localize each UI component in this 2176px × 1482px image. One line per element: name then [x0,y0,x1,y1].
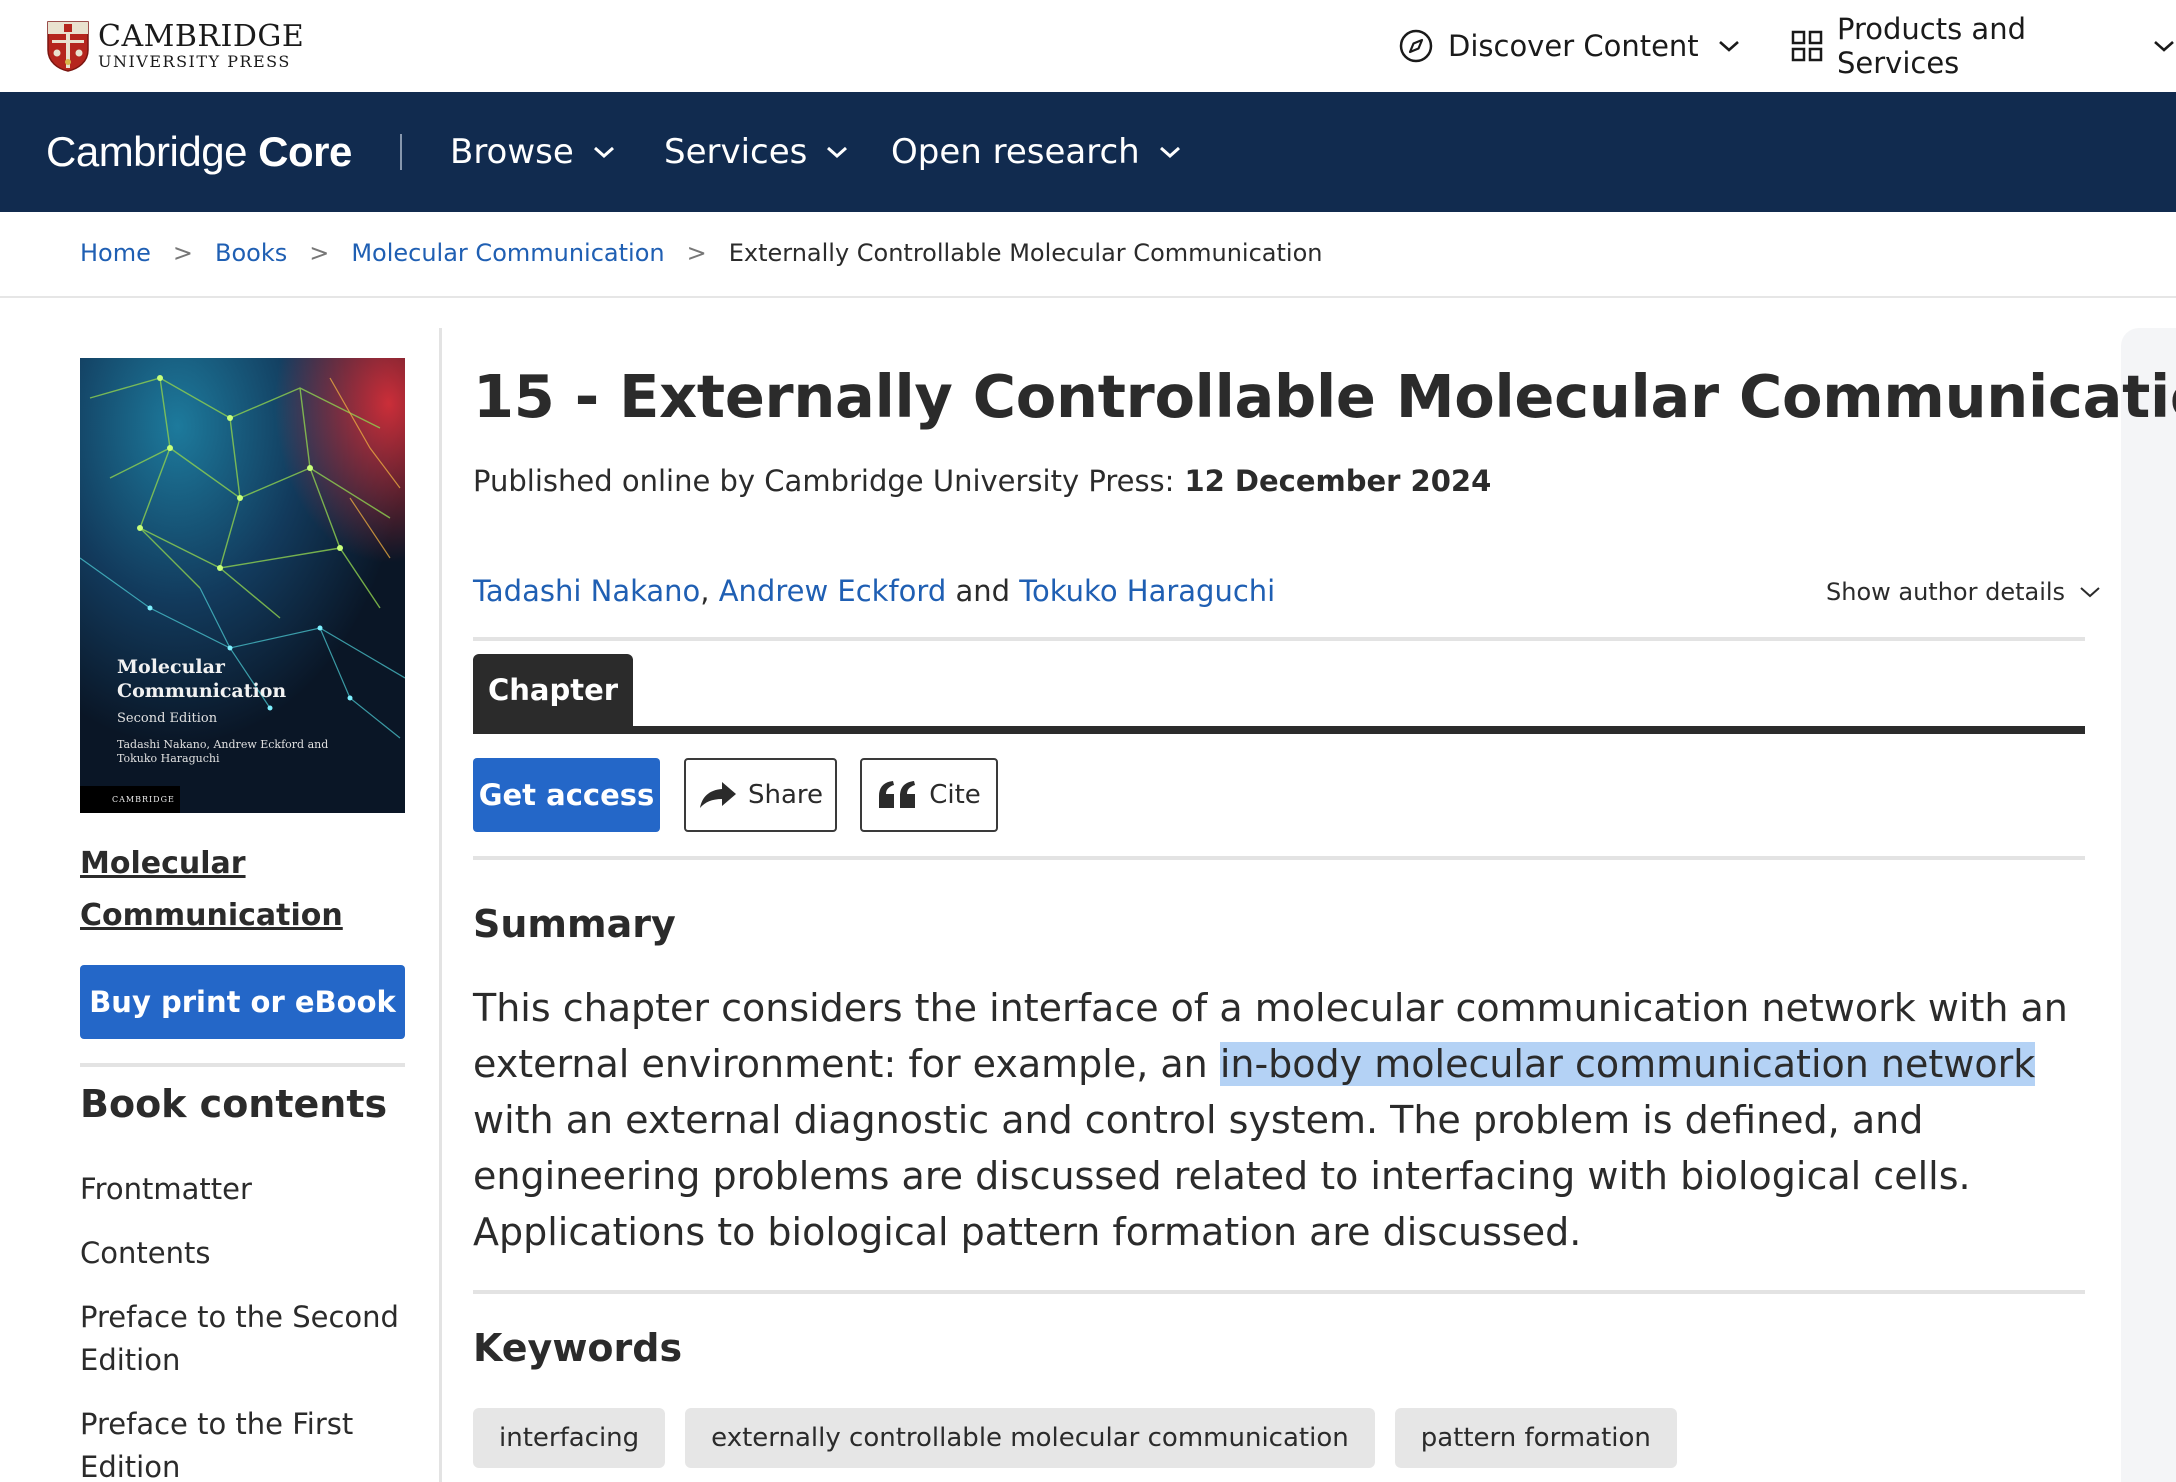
products-and-services-label: Products and Services [1837,12,2026,80]
divider [473,637,2085,641]
keywords-heading: Keywords [473,1326,683,1370]
published-date: 12 December 2024 [1184,464,1492,498]
author-separator: , [700,574,719,608]
chevron-down-icon [1159,146,1180,159]
cambridge-university-press-logo[interactable]: CAMBRIDGE UNIVERSITY PRESS [46,20,304,72]
breadcrumb-books[interactable]: Books [215,239,287,267]
cover-title-line2: Communication [117,679,287,702]
book-title-link[interactable]: Molecular Communication [80,838,400,942]
discover-content-label: Discover Content [1448,29,1699,63]
cite-button[interactable]: Cite [860,758,998,832]
divider [473,1290,2085,1294]
breadcrumb-book[interactable]: Molecular Communication [351,239,664,267]
breadcrumb-current: Externally Controllable Molecular Commun… [728,239,1323,267]
share-label: Share [747,780,824,810]
book-contents-heading: Book contents [80,1082,388,1126]
author-separator: and [946,574,1020,608]
nav-divider [400,134,402,170]
keyword-list: interfacing externally controllable mole… [473,1408,1677,1468]
breadcrumb: Home > Books > Molecular Communication >… [80,236,1322,270]
chevron-down-icon [2080,587,2100,598]
buy-print-or-ebook-button[interactable]: Buy print or eBook [80,965,405,1039]
publisher-subname: UNIVERSITY PRESS [98,52,291,71]
book-contents-list: Frontmatter Contents Preface to the Seco… [80,1168,405,1482]
breadcrumb-separator: > [309,239,330,267]
quote-icon [879,781,916,808]
chevron-down-icon [1718,41,1739,52]
breadcrumb-home[interactable]: Home [80,239,151,267]
show-author-details-label: Show author details [1826,578,2066,606]
chevron-down-icon [2154,41,2174,52]
keyword-chip[interactable]: interfacing [473,1408,666,1468]
contents-item-preface-first[interactable]: Preface to the First Edition [80,1403,405,1482]
cover-edition: Second Edition [117,711,218,726]
cambridge-core-logo[interactable]: Cambridge Core [46,128,352,176]
book-cover[interactable]: Molecular Communication Second Edition T… [80,358,405,813]
products-and-services-menu[interactable]: Products and Services [1791,12,2176,80]
nav-open-research[interactable]: Open research [891,130,1182,174]
nav-browse-label: Browse [450,132,574,172]
chapter-title: 15 - Externally Controllable Molecular C… [473,362,2176,431]
breadcrumb-separator: > [686,239,707,267]
sidebar-divider [80,1063,405,1067]
author-link[interactable]: Tadashi Nakano [473,574,700,608]
divider [473,856,2085,860]
cover-publisher-mark: CAMBRIDGE [80,786,180,813]
contents-item-contents[interactable]: Contents [80,1232,405,1275]
keyword-chip[interactable]: externally controllable molecular commun… [685,1408,1375,1468]
publisher-name: CAMBRIDGE [98,19,305,54]
summary-text-end: with an external diagnostic and control … [473,1098,1971,1254]
author-list: Tadashi Nakano, Andrew Eckford and Tokuk… [473,574,1275,608]
breadcrumb-separator: > [172,239,193,267]
show-author-details-toggle[interactable]: Show author details [1826,578,2101,606]
cover-title: Molecular Communication [117,656,286,704]
cover-authors: Tadashi Nakano, Andrew Eckford and Tokuk… [117,738,329,766]
main-navigation: Cambridge Core Browse Services Open rese… [0,92,2176,212]
chevron-down-icon [827,146,848,159]
selected-text-highlight: in-body molecular communication network [1219,1042,2036,1086]
nav-open-research-label: Open research [891,132,1140,172]
summary-text: This chapter considers the interface of … [473,980,2085,1260]
utility-bar: CAMBRIDGE UNIVERSITY PRESS Discover Cont… [0,0,2176,92]
nav-browse[interactable]: Browse [450,130,616,174]
nav-services[interactable]: Services [664,130,849,174]
author-link[interactable]: Andrew Eckford [719,574,947,608]
cover-title-line1: Molecular [117,656,225,678]
nav-services-label: Services [664,132,808,172]
compass-icon [1399,29,1433,63]
published-label: Published online by Cambridge University… [473,464,1175,498]
core-logo-light: Cambridge [46,128,247,175]
grid-icon [1791,30,1823,62]
core-logo-bold: Core [258,128,352,175]
cite-label: Cite [929,780,981,810]
discover-content-menu[interactable]: Discover Content [1398,24,1741,68]
breadcrumb-divider [0,296,2176,298]
contents-item-preface-second[interactable]: Preface to the Second Edition [80,1296,405,1382]
right-side-panel [2121,328,2176,1482]
contents-item-frontmatter[interactable]: Frontmatter [80,1168,405,1211]
tab-underline [473,726,2085,734]
get-access-button[interactable]: Get access [473,758,660,832]
chevron-down-icon [593,146,614,159]
keyword-chip[interactable]: pattern formation [1394,1408,1677,1468]
summary-heading: Summary [473,902,676,946]
column-divider [439,328,442,1482]
share-button[interactable]: Share [684,758,837,832]
tab-chapter[interactable]: Chapter [473,654,633,726]
author-link[interactable]: Tokuko Haraguchi [1019,574,1275,608]
cambridge-shield-icon [47,21,89,72]
published-line: Published online by Cambridge University… [473,464,1491,498]
share-arrow-icon [699,782,736,808]
